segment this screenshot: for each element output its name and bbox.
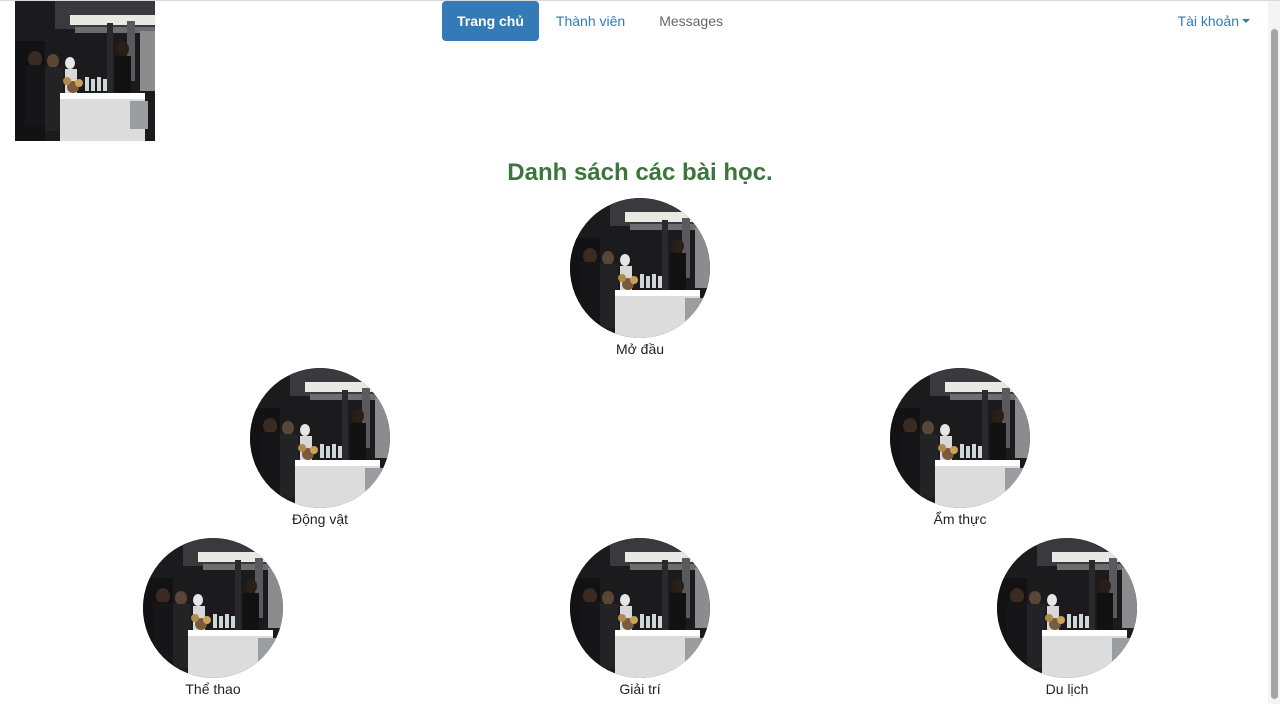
lesson-card-animals[interactable]: Động vật [240,368,400,527]
lesson-card-travel[interactable]: Du lịch [987,538,1147,697]
lesson-thumbnail[interactable] [143,538,283,678]
lesson-thumbnail[interactable] [570,538,710,678]
nav-item-members[interactable]: Thành viên [539,1,642,41]
scrollbar-thumb[interactable] [1271,29,1278,699]
lesson-card-entertainment[interactable]: Giải trí [560,538,720,697]
lesson-thumbnail[interactable] [570,198,710,338]
account-dropdown[interactable]: Tài khoản [1178,13,1250,29]
logo-image[interactable] [15,1,155,141]
lesson-label[interactable]: Động vật [240,511,400,527]
nav-item-members-label: Thành viên [555,13,626,29]
lesson-card-sports[interactable]: Thể thao [133,538,293,697]
vertical-scrollbar[interactable] [1268,1,1280,704]
nav-item-home-label: Trang chủ [457,13,524,29]
lesson-label[interactable]: Mở đầu [560,341,720,357]
nav-item-home[interactable]: Trang chủ [442,1,539,41]
page-title: Danh sách các bài học. [507,159,773,186]
lesson-thumbnail[interactable] [250,368,390,508]
nav-item-messages[interactable]: Messages [642,1,740,41]
lesson-label[interactable]: Thể thao [133,681,293,697]
lesson-thumbnail[interactable] [890,368,1030,508]
caret-down-icon [1242,19,1250,23]
account-label: Tài khoản [1177,13,1239,29]
lesson-thumbnail[interactable] [997,538,1137,678]
lesson-label[interactable]: Ẩm thực [880,511,1040,527]
page: Trang chủ Thành viên Messages Tài khoản … [0,0,1280,704]
lesson-card-cuisine[interactable]: Ẩm thực [880,368,1040,527]
lesson-label[interactable]: Du lịch [987,681,1147,697]
lesson-label[interactable]: Giải trí [560,681,720,697]
main-nav: Trang chủ Thành viên Messages [442,1,740,41]
nav-item-messages-label: Messages [659,13,723,29]
lesson-card-intro[interactable]: Mở đầu [560,198,720,357]
